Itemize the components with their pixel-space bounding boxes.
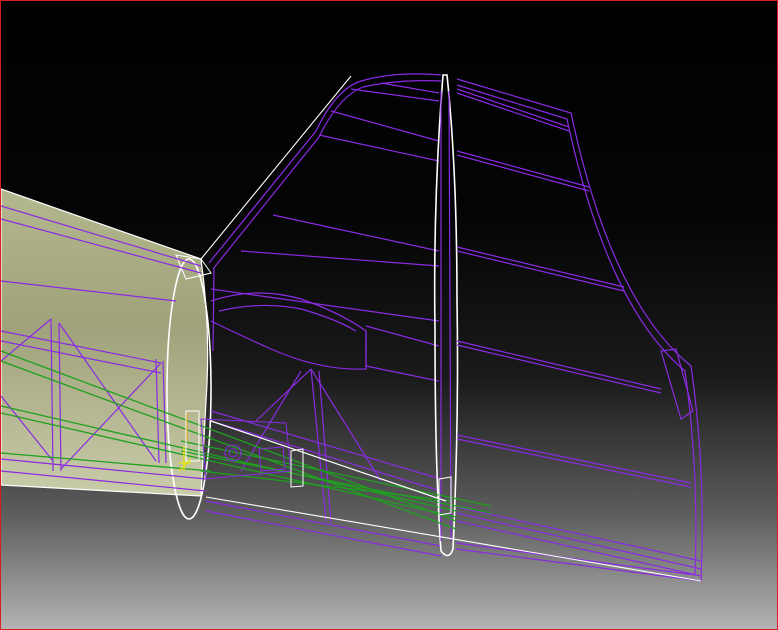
vertical-fin: [205, 73, 442, 557]
cad-3d-viewport[interactable]: [0, 0, 778, 630]
rudder: [455, 78, 703, 582]
rudder-post: [433, 74, 459, 557]
wireframe-model[interactable]: [1, 1, 777, 629]
